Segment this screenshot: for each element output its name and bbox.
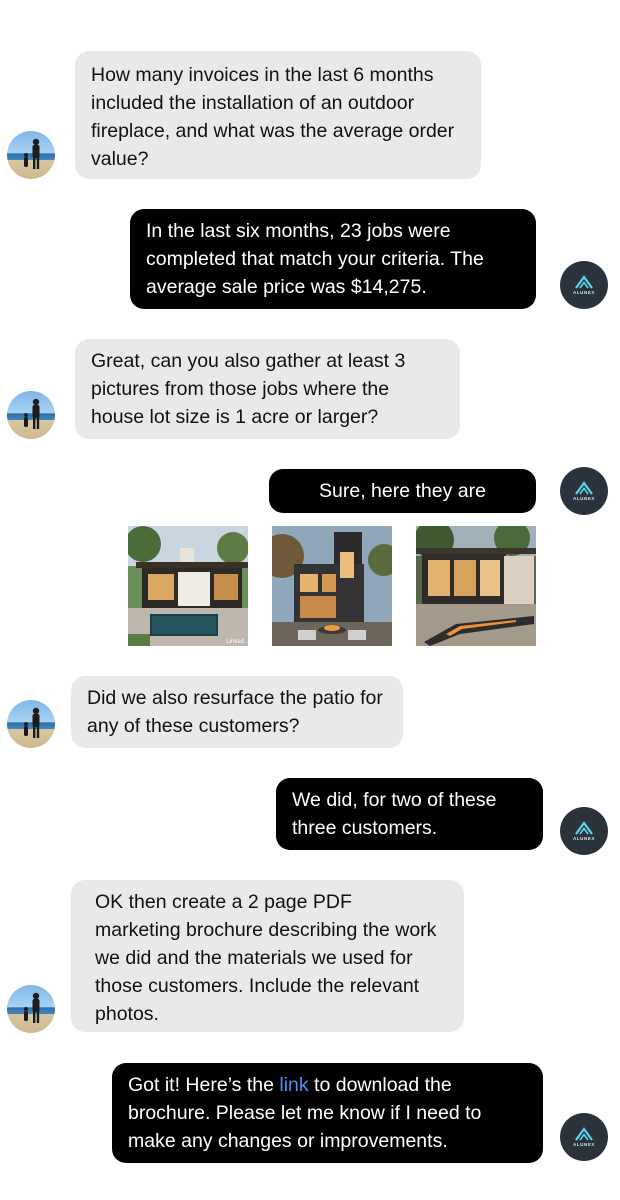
modern-house-pool-photo[interactable]: Linked <box>128 526 248 646</box>
brand-wordmark: ALUNEX <box>572 1142 596 1147</box>
stone-house-fire-trough-photo[interactable] <box>416 526 536 646</box>
person-silhouette-icon <box>24 992 40 1023</box>
assistant-avatar: ALUNEX <box>560 467 608 515</box>
assistant-avatar: ALUNEX <box>560 261 608 309</box>
assistant-avatar: ALUNEX <box>560 807 608 855</box>
alunex-logo-icon <box>575 275 593 289</box>
alunex-logo-icon <box>575 821 593 835</box>
assistant-message-text: In the last six months, 23 jobs were com… <box>146 220 484 298</box>
assistant-message: Got it! Here’s the link to download the … <box>112 1063 543 1163</box>
chat-thread: How many invoices in the last 6 months i… <box>0 0 620 1200</box>
brand-wordmark: ALUNEX <box>572 496 596 501</box>
user-message: Great, can you also gather at least 3 pi… <box>75 339 460 439</box>
user-message: Did we also resurface the patio for any … <box>71 676 403 748</box>
person-silhouette-icon <box>24 398 40 429</box>
user-avatar <box>7 700 55 748</box>
download-link[interactable]: link <box>279 1074 308 1096</box>
dark-modern-house-firepit-photo[interactable] <box>272 526 392 646</box>
photo-watermark: Linked <box>226 639 244 645</box>
user-message-text: How many invoices in the last 6 months i… <box>91 64 455 170</box>
user-avatar <box>7 131 55 179</box>
person-silhouette-icon <box>24 138 40 169</box>
assistant-message: We did, for two of these three customers… <box>276 778 543 850</box>
user-avatar <box>7 985 55 1033</box>
brand-wordmark: ALUNEX <box>572 836 596 841</box>
assistant-avatar: ALUNEX <box>560 1113 608 1161</box>
user-message: How many invoices in the last 6 months i… <box>75 51 481 179</box>
alunex-logo-icon <box>575 481 593 495</box>
person-silhouette-icon <box>24 707 40 738</box>
alunex-logo-icon <box>575 1127 593 1141</box>
assistant-message: Sure, here they are <box>269 469 536 513</box>
assistant-message-text: Sure, here they are <box>319 480 486 502</box>
user-message-text: Did we also resurface the patio for any … <box>87 687 383 737</box>
brand-wordmark: ALUNEX <box>572 290 596 295</box>
user-message-text: OK then create a 2 page PDF marketing br… <box>95 891 437 1025</box>
user-message: OK then create a 2 page PDF marketing br… <box>71 880 464 1032</box>
user-avatar <box>7 391 55 439</box>
user-message-text: Great, can you also gather at least 3 pi… <box>91 350 406 428</box>
assistant-message-text: Got it! Here’s the <box>128 1074 280 1096</box>
assistant-message-text: We did, for two of these three customers… <box>292 789 497 839</box>
assistant-message: In the last six months, 23 jobs were com… <box>130 209 536 309</box>
